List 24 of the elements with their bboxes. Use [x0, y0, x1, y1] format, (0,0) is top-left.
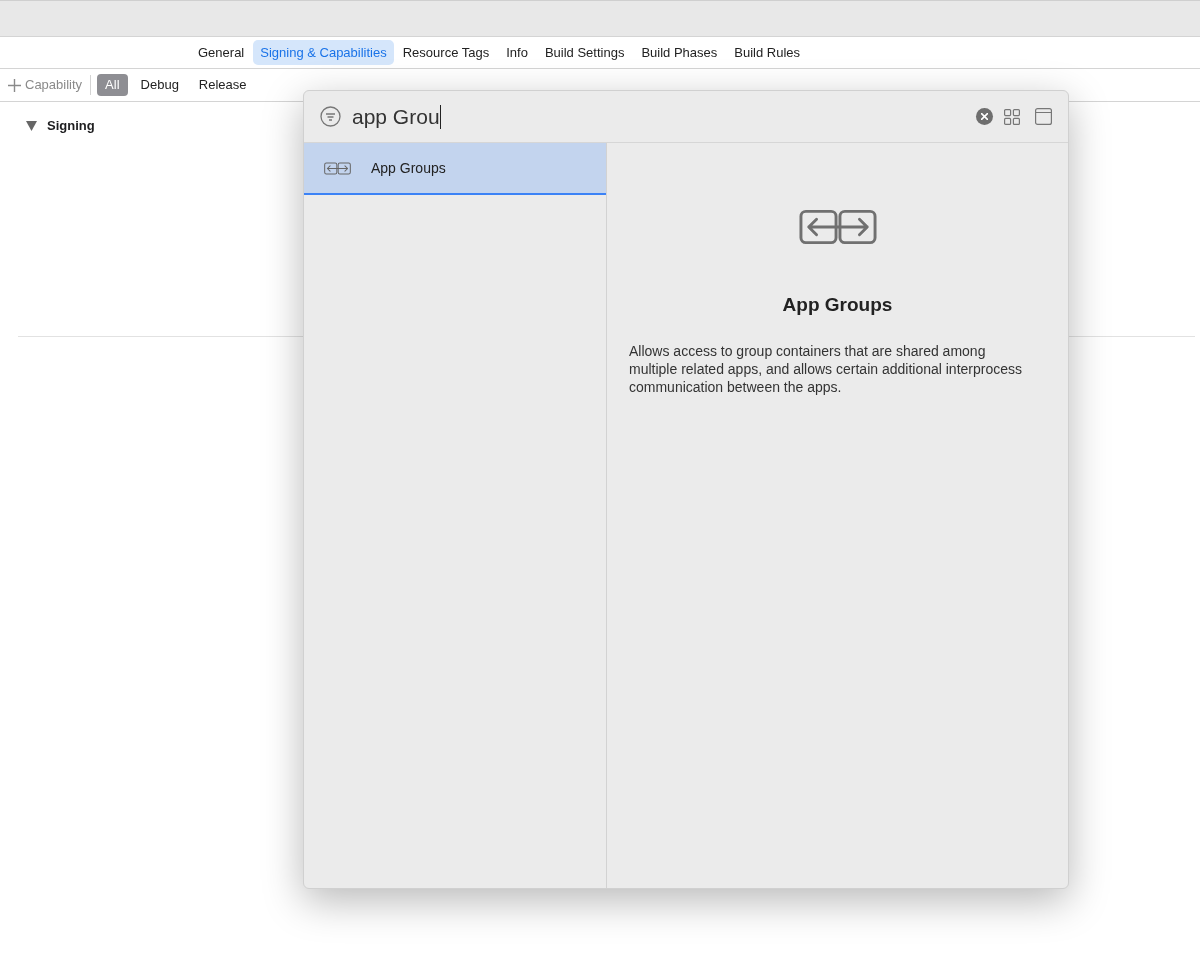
clear-search-button[interactable] — [976, 108, 993, 125]
grid-view-icon[interactable] — [1004, 108, 1020, 125]
plus-icon — [8, 78, 21, 92]
tab[interactable]: Build Phases — [633, 39, 726, 66]
tab[interactable]: Signing & Capabilities — [253, 39, 394, 66]
capability-list-item[interactable]: App Groups — [304, 143, 606, 195]
detail-description: Allows access to group containers that are shared among multiple related apps, and allows certain additional interprocess communication between the apps. — [629, 341, 1023, 396]
search-field[interactable]: app Grou — [352, 101, 976, 132]
tab[interactable]: General — [190, 39, 253, 66]
detail-view-icon[interactable] — [1035, 108, 1052, 125]
filter-icon — [320, 106, 341, 127]
tab[interactable]: Info — [498, 39, 536, 66]
app-groups-icon — [798, 209, 877, 245]
close-icon — [981, 113, 988, 120]
app-groups-icon — [324, 161, 351, 175]
add-capability-button[interactable]: Capability — [8, 75, 92, 95]
disclosure-triangle-icon[interactable] — [26, 120, 37, 131]
section-title: Signing — [47, 117, 95, 135]
detail-title: App Groups — [782, 293, 893, 317]
tab[interactable]: Build Rules — [726, 39, 809, 66]
tab[interactable]: Resource Tags — [394, 39, 498, 66]
tab[interactable]: Build Settings — [536, 39, 633, 66]
configuration-filter[interactable]: Release — [191, 74, 254, 96]
configuration-filter[interactable]: Debug — [133, 74, 186, 96]
